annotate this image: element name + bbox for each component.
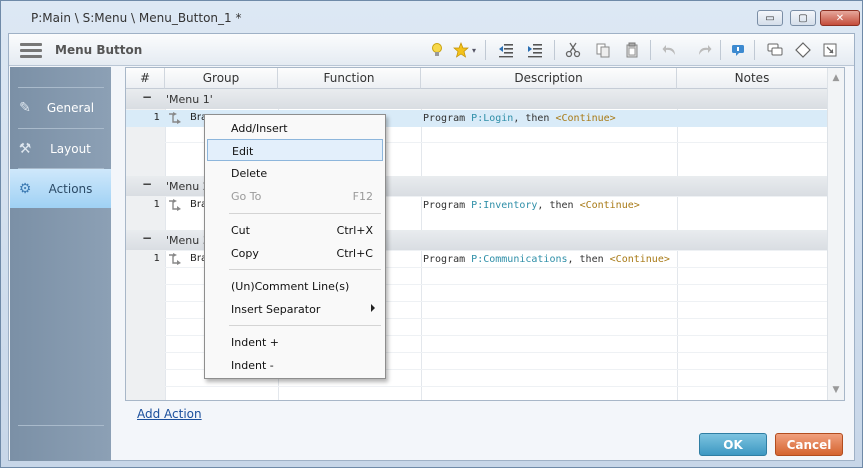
maximize-button[interactable]: ▢ [790, 10, 816, 26]
menu-item-shortcut: Ctrl+X [336, 224, 373, 237]
menu-item-edit[interactable]: Edit [207, 139, 383, 161]
sidebar: ✎ General ⚒ Layout ⚙ Actions [10, 67, 111, 461]
toolbar: Menu Button ▾ [9, 34, 854, 66]
cut-icon[interactable] [564, 41, 582, 59]
indent-icon[interactable] [526, 41, 544, 59]
minimize-icon: ▭ [765, 12, 775, 24]
cancel-button[interactable]: Cancel [775, 433, 843, 456]
menu-item-label: Insert Separator [231, 303, 321, 316]
menu-item-indent-minus[interactable]: Indent - [207, 354, 383, 376]
collapse-icon[interactable]: − [142, 90, 152, 104]
menu-item-shortcut: Ctrl+C [336, 247, 373, 260]
menu-separator [229, 269, 381, 270]
toolbar-title: Menu Button [55, 43, 143, 57]
group-name: 'Menu 1' [166, 93, 213, 106]
close-icon: ✕ [835, 12, 845, 24]
vertical-scrollbar[interactable]: ▲ ▼ [827, 68, 844, 400]
sidebar-divider [18, 425, 104, 426]
window: P:Main \ S:Menu \ Menu_Button_1 * ▭ ▢ ✕ … [0, 0, 863, 468]
sidebar-item-layout[interactable]: ⚒ Layout [10, 129, 111, 168]
menu-item-insert-separator[interactable]: Insert Separator [207, 298, 383, 320]
column-header-group[interactable]: Group [165, 68, 278, 89]
menu-item-indent-plus[interactable]: Indent + [207, 331, 383, 353]
menu-item-shortcut: F12 [352, 190, 373, 203]
submenu-arrow-icon [371, 304, 375, 312]
redo-icon[interactable] [695, 41, 713, 59]
add-action-link[interactable]: Add Action [137, 407, 202, 421]
export-icon[interactable] [821, 41, 839, 59]
toolbar-separator [754, 40, 755, 60]
hamburger-menu-icon[interactable] [20, 43, 42, 58]
menu-item-uncomment[interactable]: (Un)Comment Line(s) [207, 275, 383, 297]
column-header-description[interactable]: Description [421, 68, 677, 89]
row-description: Program P:Login, then <Continue> [423, 113, 616, 124]
menu-item-label: Add/Insert [231, 122, 288, 135]
branch-icon [168, 112, 182, 124]
column-header-number[interactable]: # [126, 68, 165, 89]
title-bar: P:Main \ S:Menu \ Menu_Button_1 * ▭ ▢ ✕ [1, 1, 862, 33]
collapse-icon[interactable]: − [142, 231, 152, 245]
sidebar-item-actions[interactable]: ⚙ Actions [10, 169, 111, 208]
comment-icon[interactable] [729, 41, 747, 59]
toolbar-separator [485, 40, 486, 60]
menu-item-go-to[interactable]: Go To F12 [207, 185, 383, 207]
main-panel: Menu Button ▾ ✎ General ⚒ Layout ⚙ Actio… [8, 33, 855, 461]
toolbar-separator [720, 40, 721, 60]
menu-item-label: Indent - [231, 359, 274, 372]
column-header-function[interactable]: Function [278, 68, 421, 89]
speech-bubbles-icon[interactable] [766, 41, 784, 59]
row-number: 1 [153, 112, 160, 123]
menu-separator [229, 213, 381, 214]
branch-icon [168, 253, 182, 265]
star-icon[interactable] [452, 41, 470, 59]
copy-icon[interactable] [594, 41, 612, 59]
menu-item-cut[interactable]: Cut Ctrl+X [207, 219, 383, 241]
row-divider [165, 386, 828, 387]
context-menu: Add/Insert Edit Delete Go To F12 Cut Ctr… [204, 114, 386, 379]
minimize-button[interactable]: ▭ [757, 10, 783, 26]
toolbar-separator [650, 40, 651, 60]
sidebar-item-label: Layout [50, 141, 91, 156]
sidebar-item-label: Actions [48, 181, 93, 196]
menu-item-label: Delete [231, 167, 268, 180]
menu-item-delete[interactable]: Delete [207, 162, 383, 184]
collapse-icon[interactable]: − [142, 177, 152, 191]
ok-button[interactable]: OK [699, 433, 767, 456]
sidebar-item-label: General [46, 100, 95, 115]
toolbar-separator [554, 40, 555, 60]
menu-separator [229, 325, 381, 326]
menu-item-add-insert[interactable]: Add/Insert [207, 117, 383, 139]
maximize-icon: ▢ [798, 12, 808, 24]
menu-item-copy[interactable]: Copy Ctrl+C [207, 242, 383, 264]
lightbulb-icon[interactable] [428, 41, 446, 59]
paste-icon[interactable] [623, 41, 641, 59]
menu-item-label: Go To [231, 190, 262, 203]
branch-icon [168, 199, 182, 211]
row-description: Program P:Communications, then <Continue… [423, 254, 670, 265]
scroll-down-icon[interactable]: ▼ [828, 382, 844, 398]
sidebar-item-general[interactable]: ✎ General [10, 88, 111, 127]
close-button[interactable]: ✕ [820, 10, 860, 26]
star-dropdown-icon[interactable]: ▾ [469, 41, 479, 59]
window-title: P:Main \ S:Menu \ Menu_Button_1 * [31, 11, 242, 25]
menu-item-label: Copy [231, 247, 259, 260]
undo-icon[interactable] [661, 41, 679, 59]
menu-item-label: (Un)Comment Line(s) [231, 280, 350, 293]
scroll-up-icon[interactable]: ▲ [828, 70, 844, 86]
row-number: 1 [153, 253, 160, 264]
outdent-icon[interactable] [497, 41, 515, 59]
row-number: 1 [153, 199, 160, 210]
menu-item-label: Indent + [231, 336, 279, 349]
group-row-menu-1[interactable]: − 'Menu 1' [126, 89, 828, 109]
menu-item-label: Cut [231, 224, 250, 237]
menu-item-label: Edit [232, 145, 254, 158]
row-description: Program P:Inventory, then <Continue> [423, 200, 640, 211]
column-header-notes[interactable]: Notes [677, 68, 828, 89]
tag-icon[interactable] [794, 41, 812, 59]
